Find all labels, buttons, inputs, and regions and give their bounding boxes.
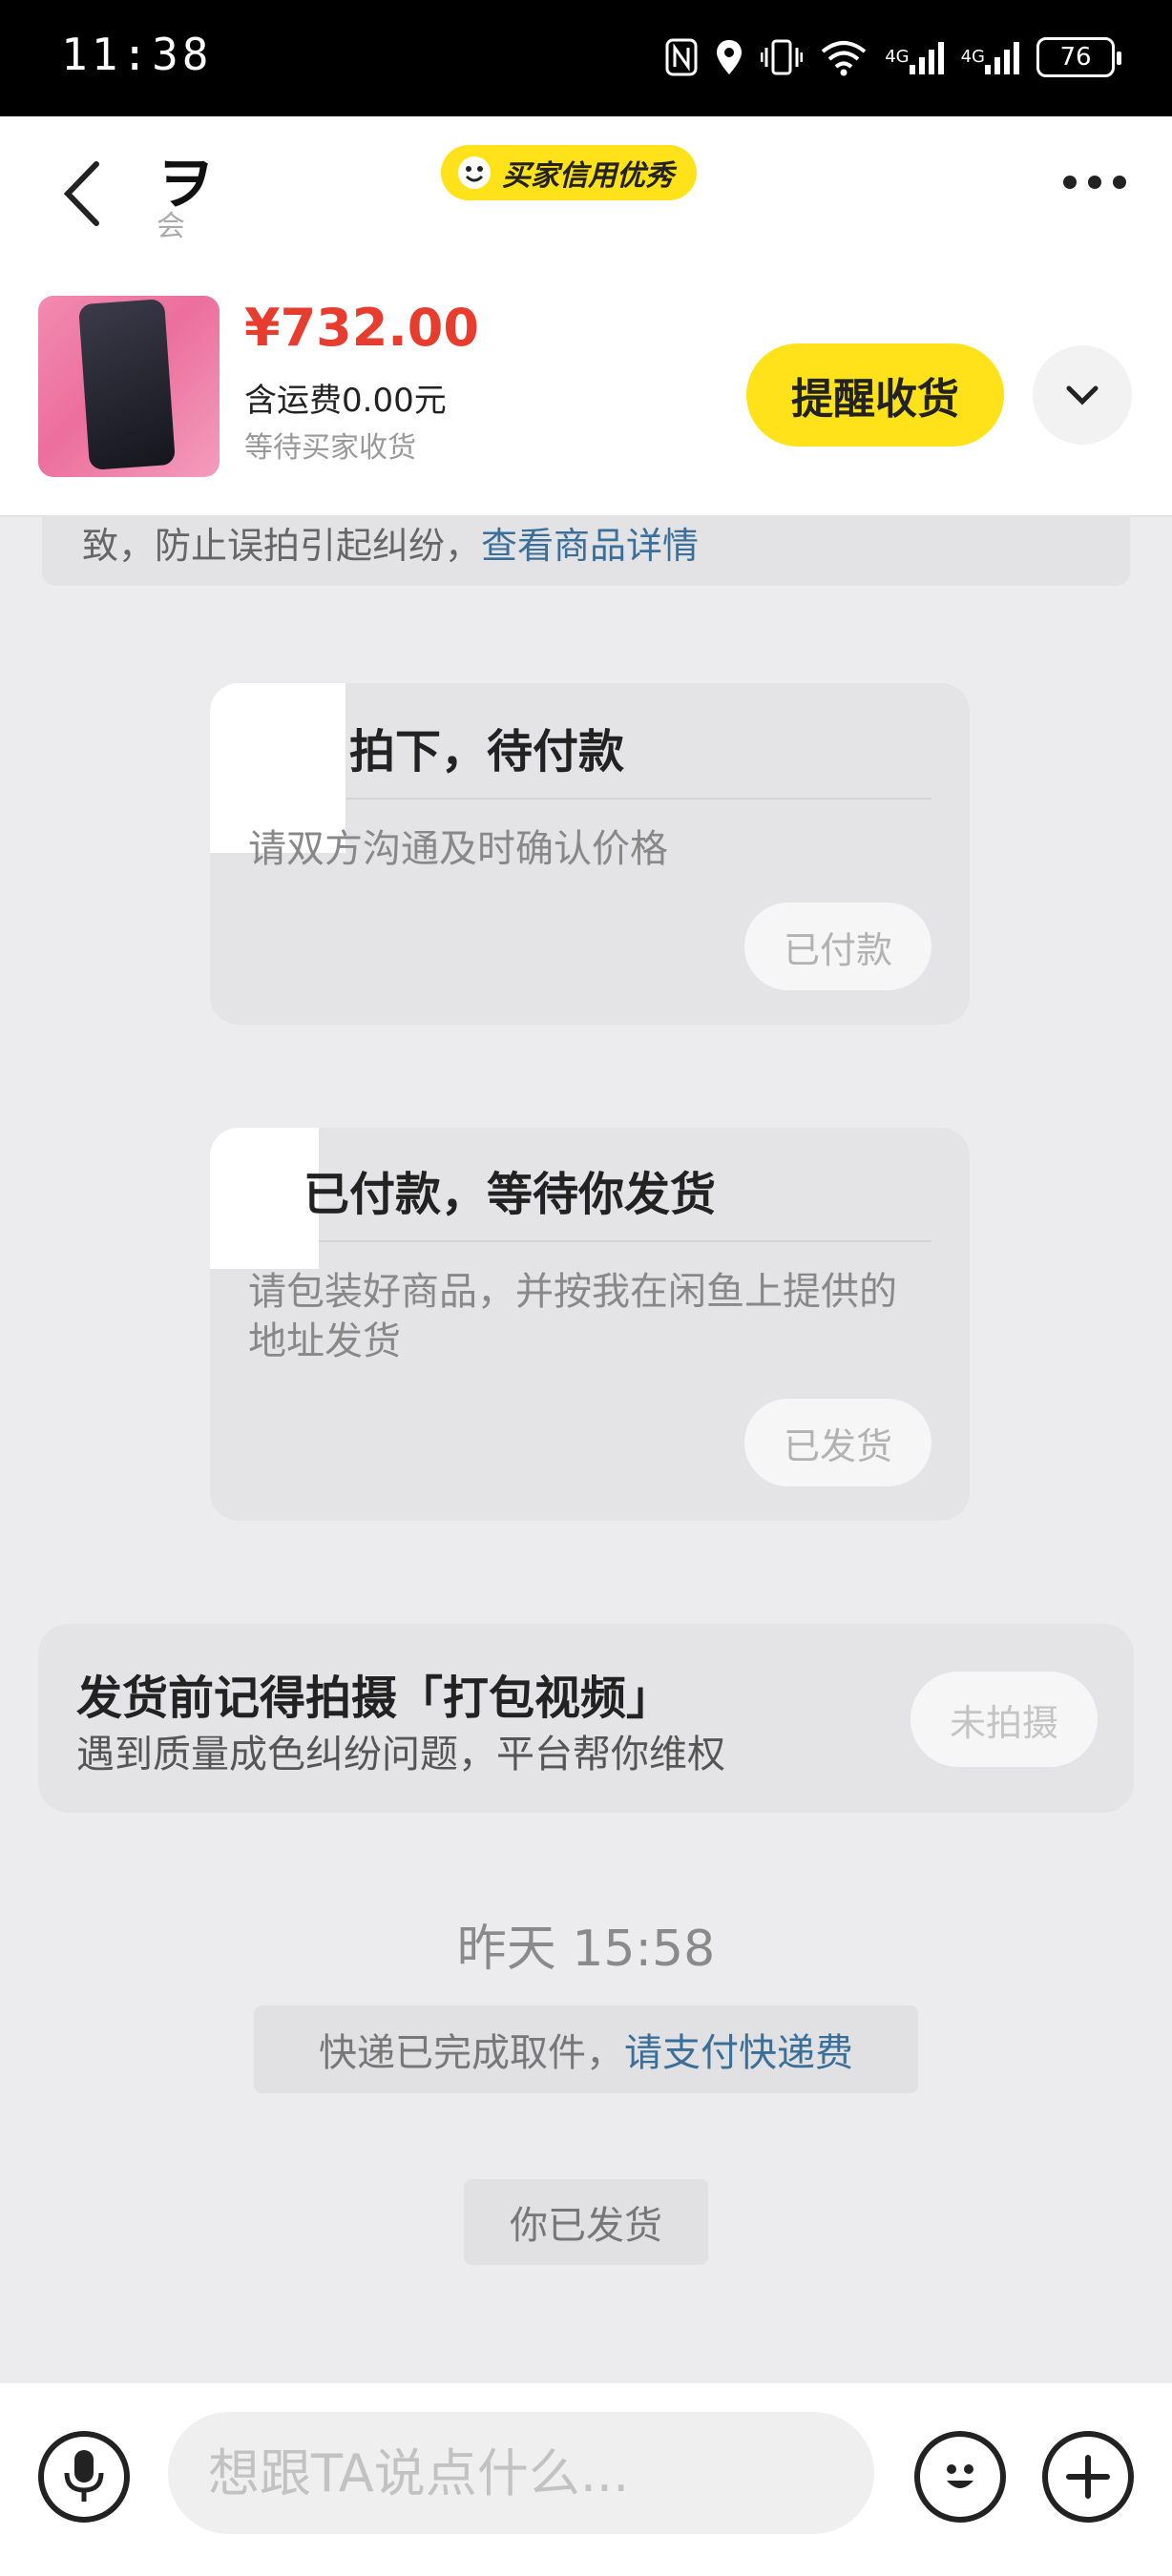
chat-header: ヲ 会 买家信用优秀	[0, 116, 1172, 279]
dot-icon	[1088, 176, 1101, 189]
view-details-link[interactable]: 查看商品详情	[481, 525, 699, 567]
card-description: 请双方沟通及时确认价格	[248, 827, 668, 871]
system-message-shipped: 你已发货	[464, 2179, 708, 2265]
dot-icon	[1113, 176, 1126, 189]
vibrate-icon	[761, 38, 804, 76]
remind-receipt-button[interactable]: 提醒收货	[746, 343, 1004, 447]
message-input[interactable]	[168, 2412, 874, 2534]
card-title: 拍下，待付款	[349, 725, 625, 779]
wifi-icon	[820, 38, 868, 76]
status-icons: 4G 4G 76	[665, 29, 1121, 86]
network-type-1: 4G	[885, 47, 910, 67]
more-options-button[interactable]	[1063, 176, 1126, 189]
not-recorded-button[interactable]: 未拍摄	[910, 1672, 1098, 1767]
chevron-left-icon	[63, 161, 99, 226]
plus-icon	[1066, 2455, 1110, 2499]
shipped-button[interactable]: 已发货	[744, 1399, 931, 1486]
chevron-down-icon	[1066, 385, 1099, 405]
product-thumbnail[interactable]	[38, 296, 220, 477]
message-timestamp: 昨天 15:58	[456, 1921, 716, 1978]
smiley-icon	[947, 2464, 973, 2488]
signal-icon-2: 4G	[961, 40, 1019, 74]
add-button[interactable]	[1042, 2431, 1134, 2523]
microphone-icon	[64, 2450, 104, 2502]
smiley-badge-icon	[456, 155, 492, 191]
battery-level: 76	[1059, 43, 1092, 72]
dot-icon	[1063, 176, 1077, 189]
packing-video-title: 发货前记得拍摄「打包视频」	[76, 1672, 673, 1725]
packing-video-subtitle: 遇到质量成色纠纷问题，平台帮你维权	[76, 1733, 725, 1776]
expand-button[interactable]	[1033, 345, 1132, 445]
order-card-pending-payment: 拍下，待付款 请双方沟通及时确认价格 已付款	[210, 683, 970, 1025]
card-title: 已付款，等待你发货	[303, 1168, 717, 1221]
battery-icon: 76	[1036, 37, 1121, 77]
network-type-2: 4G	[960, 47, 985, 67]
notice-text: 致，防止误拍引起纠纷，	[82, 525, 482, 567]
system-message-text: 快递已完成取件，	[319, 2031, 624, 2075]
product-shipping: 含运费0.00元	[244, 382, 447, 420]
packing-video-reminder: 发货前记得拍摄「打包视频」 遇到质量成色纠纷问题，平台帮你维权 未拍摄	[38, 1624, 1134, 1813]
credit-badge-label: 买家信用优秀	[502, 159, 674, 193]
product-price: ¥732.00	[244, 298, 479, 358]
back-button[interactable]	[48, 151, 115, 237]
emoji-button[interactable]	[914, 2431, 1006, 2523]
signal-icon-1: 4G	[885, 40, 944, 74]
status-time: 11:38	[61, 29, 213, 80]
product-bar[interactable]: ¥732.00 含运费0.00元 等待买家收货 提醒收货	[0, 279, 1172, 517]
location-icon	[715, 38, 743, 76]
order-status: 等待买家收货	[244, 431, 416, 465]
nfc-icon	[665, 38, 698, 76]
product-notice: 致，防止误拍引起纠纷，查看商品详情	[42, 517, 1130, 586]
order-card-awaiting-shipment: 已付款，等待你发货 请包装好商品，并按我在闲鱼上提供的地址发货 已发货	[210, 1128, 970, 1521]
partner-subtitle: 会	[157, 210, 185, 243]
credit-badge[interactable]: 买家信用优秀	[441, 145, 697, 200]
system-message-pickup: 快递已完成取件， 请支付快递费	[254, 2005, 918, 2093]
voice-button[interactable]	[38, 2431, 130, 2523]
pay-shipping-fee-link[interactable]: 请支付快递费	[624, 2022, 853, 2077]
status-bar: 11:38 4G 4G 76	[0, 0, 1172, 116]
chat-input-bar	[0, 2383, 1172, 2576]
paid-button[interactable]: 已付款	[744, 903, 931, 990]
card-description: 请包装好商品，并按我在闲鱼上提供的地址发货	[248, 1270, 897, 1363]
